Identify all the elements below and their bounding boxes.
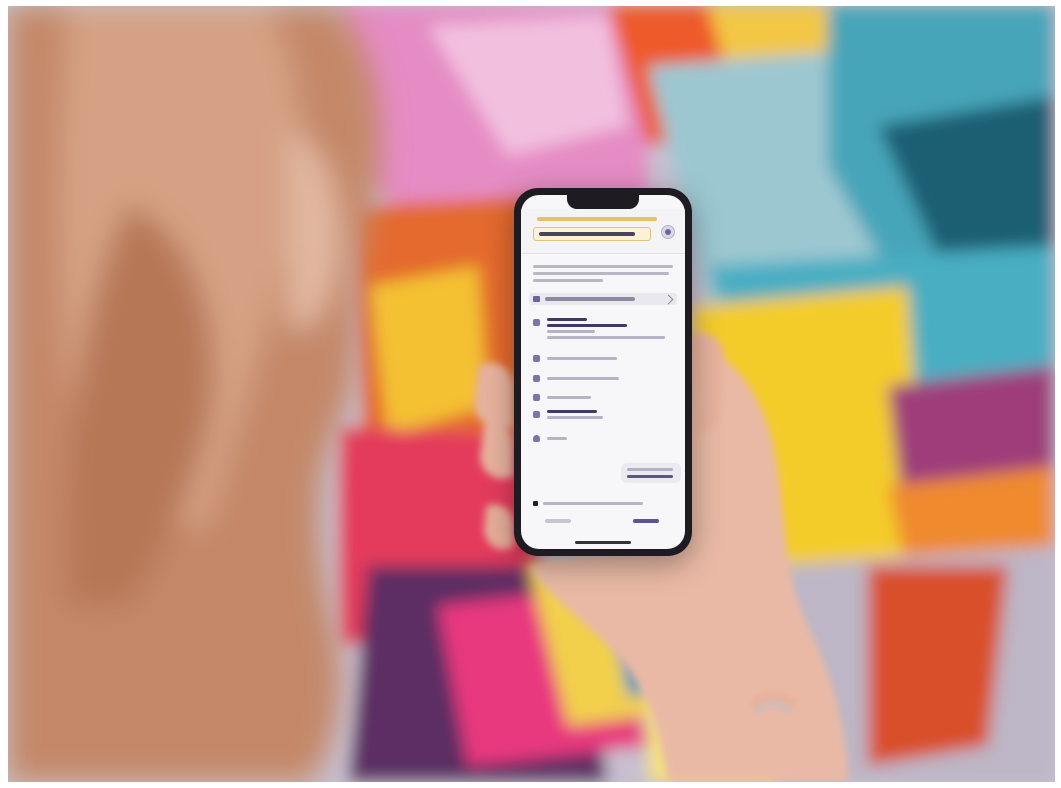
detail-line bbox=[547, 324, 627, 327]
message-text-line bbox=[533, 265, 673, 268]
detail-line bbox=[547, 410, 597, 413]
home-indicator bbox=[575, 541, 631, 544]
message-text-line bbox=[533, 279, 603, 282]
photo-scene bbox=[8, 6, 1055, 782]
phone-notch bbox=[567, 195, 639, 209]
calendar-icon bbox=[533, 355, 540, 362]
detail-line bbox=[547, 357, 617, 360]
chevron-right-icon bbox=[663, 294, 674, 305]
detail-line bbox=[547, 377, 619, 380]
reply-line bbox=[627, 475, 673, 478]
header-subtitle-blur bbox=[537, 217, 657, 221]
calendar-icon bbox=[533, 375, 540, 382]
destination-text-blur bbox=[545, 297, 635, 301]
message-text-line bbox=[533, 272, 669, 275]
smartphone bbox=[514, 188, 692, 556]
destination-bar bbox=[529, 293, 677, 305]
checkbox-label-blur bbox=[543, 502, 643, 505]
car-icon bbox=[533, 394, 540, 401]
detail-line bbox=[547, 437, 567, 440]
briefcase-icon bbox=[533, 296, 540, 302]
right-button-blur bbox=[633, 519, 659, 523]
phone-screen bbox=[521, 195, 685, 549]
reply-bubble bbox=[621, 463, 681, 483]
header-title-pill bbox=[533, 227, 651, 241]
gear-icon bbox=[661, 225, 675, 239]
detail-line bbox=[547, 336, 665, 339]
header-title-blur bbox=[539, 232, 635, 236]
screen-header bbox=[521, 209, 685, 254]
person-icon bbox=[533, 435, 540, 442]
detail-line bbox=[547, 416, 603, 419]
reply-line bbox=[627, 468, 673, 471]
car-icon bbox=[533, 411, 540, 418]
left-button-blur bbox=[545, 519, 571, 523]
checkbox bbox=[533, 501, 538, 506]
detail-line bbox=[547, 318, 587, 321]
detail-line bbox=[547, 396, 591, 399]
pin-icon bbox=[533, 319, 540, 326]
detail-line bbox=[547, 330, 595, 333]
